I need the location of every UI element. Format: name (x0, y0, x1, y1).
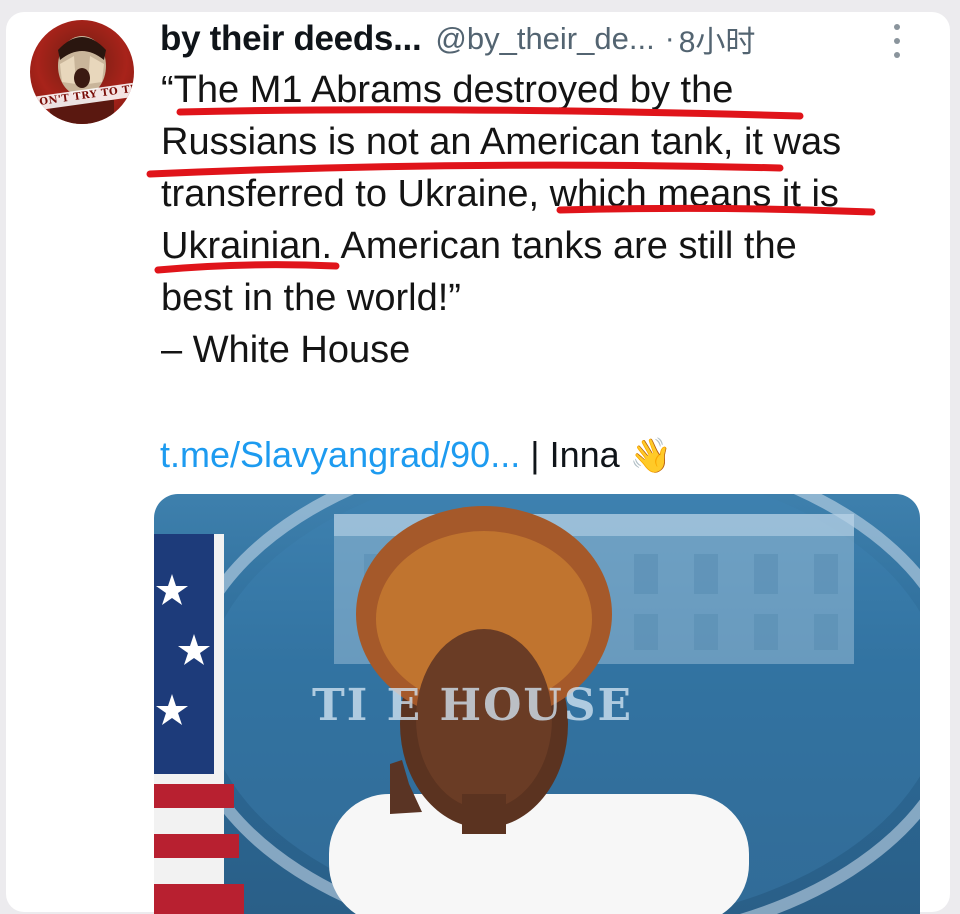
underline-mark (176, 106, 804, 120)
press-room-seal-text: TI E HOUSE (312, 680, 634, 731)
link-separator: | (530, 434, 540, 475)
link-line: t.me/Slavyangrad/90... | Inna 👋 (160, 430, 672, 481)
waving-hand-icon: 👋 (629, 437, 673, 475)
post-image[interactable]: TI E HOUSE (154, 494, 920, 914)
underline-mark (146, 161, 784, 178)
telegram-link[interactable]: t.me/Slavyangrad/90... (160, 434, 520, 475)
link-author: Inna (549, 434, 620, 475)
underline-mark (154, 261, 340, 274)
underline-mark (556, 204, 876, 216)
